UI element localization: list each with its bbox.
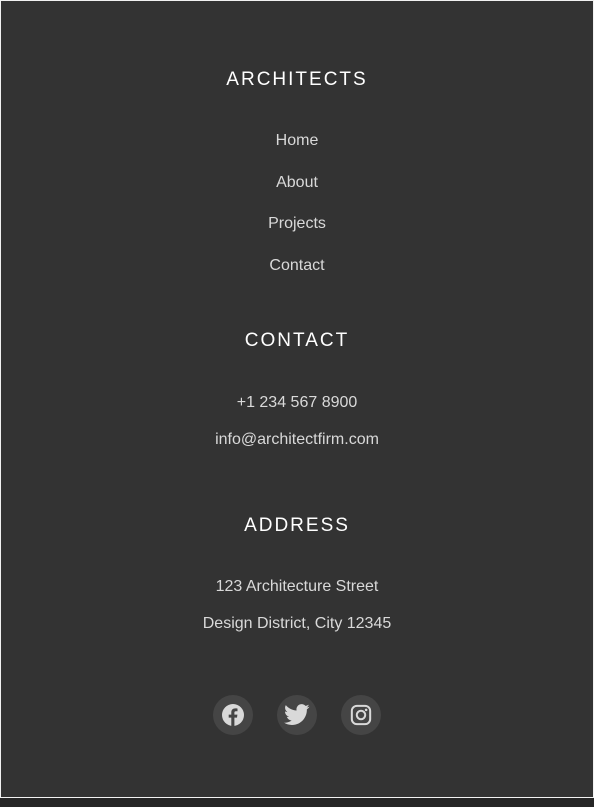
contact-heading: CONTACT: [244, 330, 350, 351]
address-heading: ADDRESS: [244, 515, 350, 536]
address-line-2: Design District, City 12345: [202, 615, 392, 632]
nav-link-home[interactable]: Home: [276, 131, 319, 151]
architects-heading: ARCHITECTS: [226, 69, 368, 90]
nav-link-contact[interactable]: Contact: [269, 256, 324, 276]
facebook-icon: [222, 704, 244, 726]
instagram-link[interactable]: [341, 695, 381, 735]
address-line-1: 123 Architecture Street: [215, 578, 379, 595]
contact-email: info@architectfirm.com: [215, 431, 379, 448]
bottom-bar: [0, 798, 594, 807]
nav-link-about[interactable]: About: [276, 173, 318, 193]
facebook-link[interactable]: [213, 695, 253, 735]
nav-link-projects[interactable]: Projects: [268, 214, 326, 234]
twitter-icon: [284, 704, 310, 725]
instagram-icon: [350, 704, 372, 726]
site-footer: ARCHITECTS Home About Projects Contact C…: [1, 1, 593, 797]
contact-phone: +1 234 567 8900: [236, 394, 358, 411]
twitter-link[interactable]: [277, 695, 317, 735]
